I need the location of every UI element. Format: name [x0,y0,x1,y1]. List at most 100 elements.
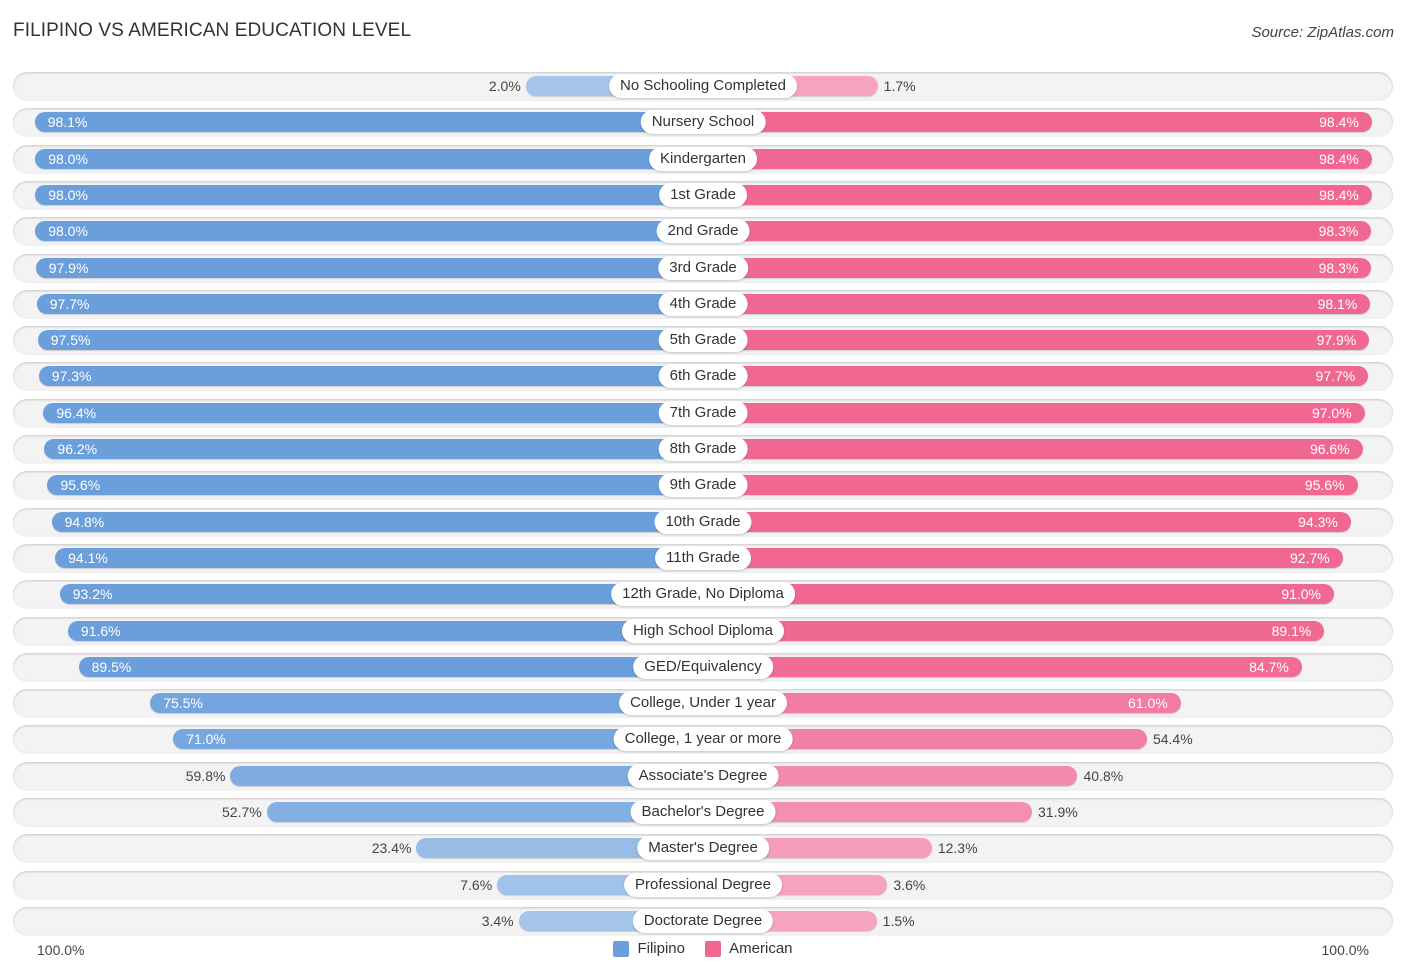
category-label: 8th Grade [658,437,748,461]
category-label: 2nd Grade [656,219,750,244]
bar-filipino[interactable] [35,184,703,205]
legend-label-filipino: Filipino [637,940,685,957]
value-label-american: 94.3% [1298,513,1338,530]
bar-american[interactable] [703,184,1372,205]
value-label-filipino: 98.0% [48,223,88,240]
value-label-filipino: 89.5% [91,658,132,675]
bar-american[interactable] [703,221,1372,242]
bar-filipino[interactable] [67,620,703,641]
value-label-filipino: 75.5% [163,695,203,712]
bar-filipino[interactable] [43,402,703,423]
category-label: No Schooling Completed [609,74,797,98]
bar-filipino[interactable] [51,511,703,532]
category-label: 3rd Grade [658,255,748,280]
category-label: Doctorate Degree [632,908,774,933]
value-label-american: 54.4% [1152,731,1193,748]
bar-american[interactable] [703,148,1372,169]
category-label: 4th Grade [658,291,748,316]
value-label-filipino: 98.0% [48,186,88,203]
value-label-filipino: 2.0% [488,78,521,94]
legend: Filipino American [0,940,1406,961]
bar-american[interactable] [703,620,1325,641]
bar-filipino[interactable] [34,112,703,133]
bar-american[interactable] [703,439,1363,459]
value-label-filipino: 95.6% [60,477,101,494]
bar-american[interactable] [703,547,1343,568]
value-label-american: 98.4% [1319,186,1359,203]
value-label-american: 40.8% [1083,767,1124,784]
value-label-american: 97.0% [1311,404,1352,421]
value-label-american: 98.4% [1319,150,1359,167]
category-label: 5th Grade [658,328,748,353]
value-label-american: 97.9% [1316,332,1357,349]
value-label-filipino: 91.6% [80,622,121,639]
value-label-filipino: 94.8% [64,513,105,530]
bar-filipino[interactable] [59,584,703,605]
value-label-american: 89.1% [1271,622,1312,639]
value-label-filipino: 97.5% [50,332,91,349]
bar-filipino[interactable] [35,148,703,169]
bar-american[interactable] [703,584,1334,605]
bar-american[interactable] [703,112,1372,133]
value-label-american: 95.6% [1304,477,1345,494]
bar-filipino[interactable] [44,439,703,459]
category-label: 10th Grade [654,509,752,534]
legend-item-filipino[interactable]: Filipino [613,940,685,957]
legend-swatch-filipino [613,940,630,957]
value-label-filipino: 96.2% [57,441,98,457]
value-label-american: 61.0% [1128,695,1168,712]
category-label: 6th Grade [658,364,748,389]
category-label: Bachelor's Degree [630,800,776,824]
value-label-american: 91.0% [1281,586,1322,603]
value-label-american: 31.9% [1038,804,1078,820]
value-label-filipino: 97.9% [48,259,89,276]
category-label: 7th Grade [658,400,748,425]
value-label-american: 1.7% [883,78,916,94]
value-label-american: 3.6% [893,876,926,893]
diverging-bar-chart: 2.0% 1.7% No Schooling Completed 98.1% 98.4%… [0,0,1406,975]
value-label-filipino: 7.6% [460,876,493,893]
value-label-american: 98.3% [1318,223,1359,240]
value-label-american: 92.7% [1290,549,1330,566]
bar-american[interactable] [703,511,1351,532]
bar-filipino[interactable] [38,366,703,387]
category-label: Master's Degree [637,836,769,861]
value-label-american: 84.7% [1249,658,1289,675]
value-label-filipino: 97.3% [51,368,92,385]
value-label-filipino: 59.8% [185,767,226,784]
value-label-filipino: 97.7% [49,295,90,312]
bar-filipino[interactable] [47,475,703,496]
bar-american[interactable] [703,656,1302,677]
category-label: Professional Degree [624,872,782,897]
legend-swatch-american [705,940,722,957]
bar-filipino[interactable] [36,293,703,314]
bar-american[interactable] [703,475,1358,496]
legend-item-american[interactable]: American [705,940,793,957]
value-label-filipino: 23.4% [371,840,412,857]
bar-american[interactable] [703,293,1371,314]
category-label: 1st Grade [659,182,747,207]
value-label-american: 98.1% [1317,295,1358,312]
value-label-filipino: 52.7% [222,804,262,820]
bar-filipino[interactable] [35,221,703,242]
value-label-filipino: 98.1% [47,114,88,131]
bar-filipino[interactable] [35,257,703,278]
category-label: College, 1 year or more [613,727,793,752]
bar-american[interactable] [703,402,1365,423]
category-label: 9th Grade [658,473,748,498]
bar-filipino[interactable] [78,656,703,677]
category-label: Kindergarten [649,146,757,171]
value-label-filipino: 3.4% [481,912,514,929]
category-label: 12th Grade, No Diploma [611,582,795,607]
value-label-filipino: 93.2% [72,586,113,603]
bar-american[interactable] [703,257,1372,278]
bar-filipino[interactable] [37,330,703,351]
legend-label-american: American [729,940,793,957]
bar-american[interactable] [703,330,1370,351]
category-label: 11th Grade [655,545,751,570]
value-label-filipino: 96.4% [56,404,97,421]
category-label: GED/Equivalency [633,654,773,679]
value-label-american: 96.6% [1309,441,1350,457]
bar-american[interactable] [703,366,1369,387]
bar-filipino[interactable] [55,547,703,568]
